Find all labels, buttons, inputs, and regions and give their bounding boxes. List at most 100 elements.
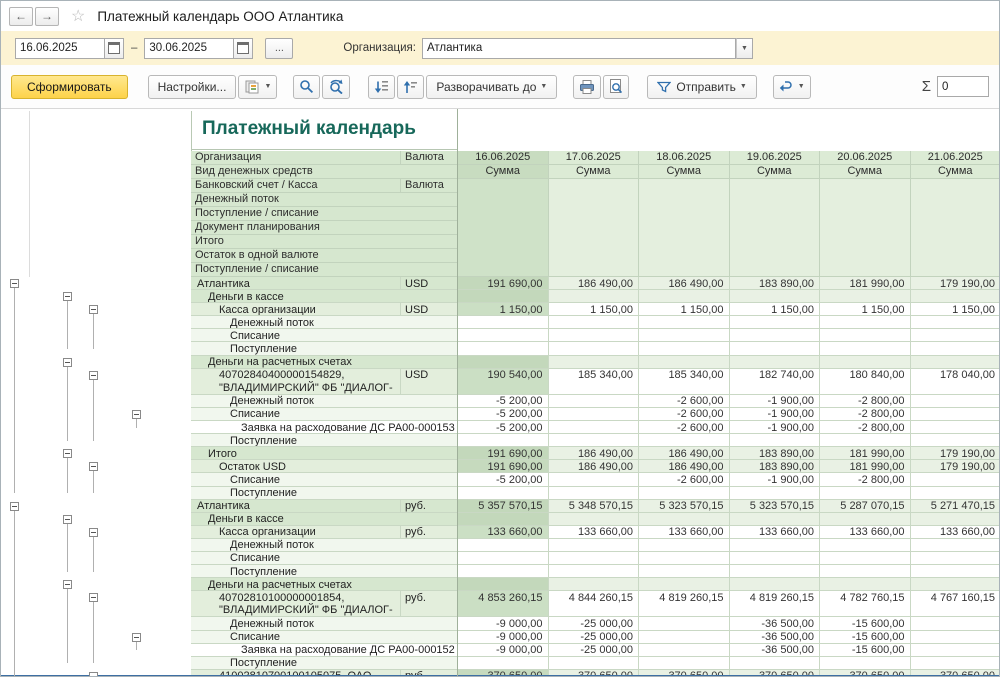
amount-cell[interactable] xyxy=(549,316,640,329)
amount-cell[interactable] xyxy=(458,513,549,526)
row-label[interactable]: Списание xyxy=(191,408,458,421)
amount-cell[interactable]: 183 890,00 xyxy=(730,447,821,460)
amount-cell[interactable] xyxy=(549,342,640,355)
amount-cell[interactable]: 4 819 260,15 xyxy=(639,591,730,617)
send-button[interactable]: Отправить ▼ xyxy=(647,75,756,99)
amount-cell[interactable]: -2 600,00 xyxy=(639,408,730,421)
amount-cell[interactable] xyxy=(730,657,821,670)
amount-cell[interactable]: 191 690,00 xyxy=(458,460,549,473)
collapse-toggle[interactable] xyxy=(63,449,72,458)
amount-cell[interactable] xyxy=(820,513,911,526)
collapse-all-button[interactable] xyxy=(368,75,395,99)
amount-cell[interactable]: -25 000,00 xyxy=(549,644,640,657)
back-button[interactable]: ← xyxy=(9,7,33,26)
favorite-star-icon[interactable]: ☆ xyxy=(71,6,85,26)
organization-input[interactable] xyxy=(422,38,736,59)
collapse-toggle[interactable] xyxy=(89,672,98,677)
amount-cell[interactable] xyxy=(549,421,640,434)
amount-cell[interactable] xyxy=(458,290,549,303)
amount-cell[interactable]: 191 690,00 xyxy=(458,277,549,290)
amount-cell[interactable] xyxy=(911,487,1000,500)
amount-cell[interactable] xyxy=(639,578,730,591)
row-label[interactable]: Поступление xyxy=(191,565,458,578)
collapse-toggle[interactable] xyxy=(89,305,98,314)
amount-cell[interactable]: 133 660,00 xyxy=(820,526,911,539)
amount-cell[interactable]: 186 490,00 xyxy=(549,460,640,473)
amount-cell[interactable] xyxy=(549,356,640,369)
collapse-toggle[interactable] xyxy=(63,358,72,367)
row-label[interactable]: Деньги в кассе xyxy=(191,513,458,526)
amount-cell[interactable] xyxy=(911,408,1000,421)
amount-cell[interactable] xyxy=(549,473,640,486)
amount-cell[interactable] xyxy=(820,316,911,329)
amount-cell[interactable] xyxy=(911,395,1000,408)
amount-cell[interactable]: 5 287 070,15 xyxy=(820,500,911,513)
amount-cell[interactable] xyxy=(911,552,1000,565)
amount-cell[interactable]: 133 660,00 xyxy=(730,526,821,539)
amount-cell[interactable]: 190 540,00 xyxy=(458,369,549,395)
row-label[interactable]: Деньги на расчетных счетах xyxy=(191,578,458,591)
amount-cell[interactable] xyxy=(549,408,640,421)
amount-cell[interactable]: 5 348 570,15 xyxy=(549,500,640,513)
amount-cell[interactable]: 186 490,00 xyxy=(549,447,640,460)
amount-cell[interactable]: -1 900,00 xyxy=(730,421,821,434)
amount-cell[interactable]: 133 660,00 xyxy=(911,526,1000,539)
amount-cell[interactable]: -2 800,00 xyxy=(820,395,911,408)
amount-cell[interactable] xyxy=(730,316,821,329)
amount-cell[interactable] xyxy=(911,631,1000,644)
amount-cell[interactable]: -25 000,00 xyxy=(549,617,640,630)
amount-cell[interactable] xyxy=(911,316,1000,329)
autosum-field[interactable] xyxy=(937,76,989,97)
row-label[interactable]: Итого xyxy=(191,447,458,460)
amount-cell[interactable]: -1 900,00 xyxy=(730,395,821,408)
amount-cell[interactable] xyxy=(639,565,730,578)
organization-dropdown-arrow-icon[interactable]: ▼ xyxy=(736,38,753,59)
amount-cell[interactable]: 179 190,00 xyxy=(911,277,1000,290)
amount-cell[interactable]: -15 600,00 xyxy=(820,631,911,644)
amount-cell[interactable] xyxy=(911,434,1000,447)
row-label[interactable]: Списание xyxy=(191,631,458,644)
amount-cell[interactable]: -15 600,00 xyxy=(820,617,911,630)
row-label[interactable]: Заявка на расходование ДС РА00-000152 от… xyxy=(191,644,458,657)
amount-cell[interactable]: -2 800,00 xyxy=(820,421,911,434)
amount-cell[interactable]: 191 690,00 xyxy=(458,447,549,460)
amount-cell[interactable] xyxy=(820,565,911,578)
amount-cell[interactable]: -36 500,00 xyxy=(730,644,821,657)
date-from-input[interactable] xyxy=(15,38,104,59)
amount-cell[interactable]: -2 800,00 xyxy=(820,473,911,486)
amount-cell[interactable] xyxy=(458,552,549,565)
amount-cell[interactable]: 181 990,00 xyxy=(820,460,911,473)
amount-cell[interactable] xyxy=(911,578,1000,591)
amount-cell[interactable] xyxy=(639,513,730,526)
collapse-toggle[interactable] xyxy=(89,462,98,471)
row-label[interactable]: Денежный поток xyxy=(191,539,458,552)
row-label[interactable]: Поступление xyxy=(191,342,458,355)
amount-cell[interactable]: 5 357 570,15 xyxy=(458,500,549,513)
amount-cell[interactable] xyxy=(639,342,730,355)
row-label[interactable]: Атлантика xyxy=(191,277,401,290)
amount-cell[interactable] xyxy=(911,421,1000,434)
amount-cell[interactable] xyxy=(820,578,911,591)
amount-cell[interactable] xyxy=(458,565,549,578)
amount-cell[interactable]: 183 890,00 xyxy=(730,277,821,290)
amount-cell[interactable] xyxy=(730,342,821,355)
amount-cell[interactable]: 1 150,00 xyxy=(730,303,821,316)
amount-cell[interactable] xyxy=(820,342,911,355)
amount-cell[interactable]: -9 000,00 xyxy=(458,617,549,630)
amount-cell[interactable]: -2 600,00 xyxy=(639,473,730,486)
amount-cell[interactable]: -5 200,00 xyxy=(458,408,549,421)
amount-cell[interactable] xyxy=(639,487,730,500)
amount-cell[interactable]: -36 500,00 xyxy=(730,617,821,630)
expand-all-button[interactable] xyxy=(397,75,424,99)
forward-button[interactable]: → xyxy=(35,7,59,26)
amount-cell[interactable]: 179 190,00 xyxy=(911,447,1000,460)
row-label[interactable]: Остаток USD xyxy=(191,460,458,473)
amount-cell[interactable] xyxy=(458,356,549,369)
report-variant-button[interactable]: ▼ xyxy=(238,75,277,99)
amount-cell[interactable] xyxy=(639,316,730,329)
amount-cell[interactable]: 181 990,00 xyxy=(820,277,911,290)
calendar-icon[interactable] xyxy=(104,38,124,59)
collapse-toggle[interactable] xyxy=(89,528,98,537)
collapse-toggle[interactable] xyxy=(10,502,19,511)
amount-cell[interactable] xyxy=(549,513,640,526)
